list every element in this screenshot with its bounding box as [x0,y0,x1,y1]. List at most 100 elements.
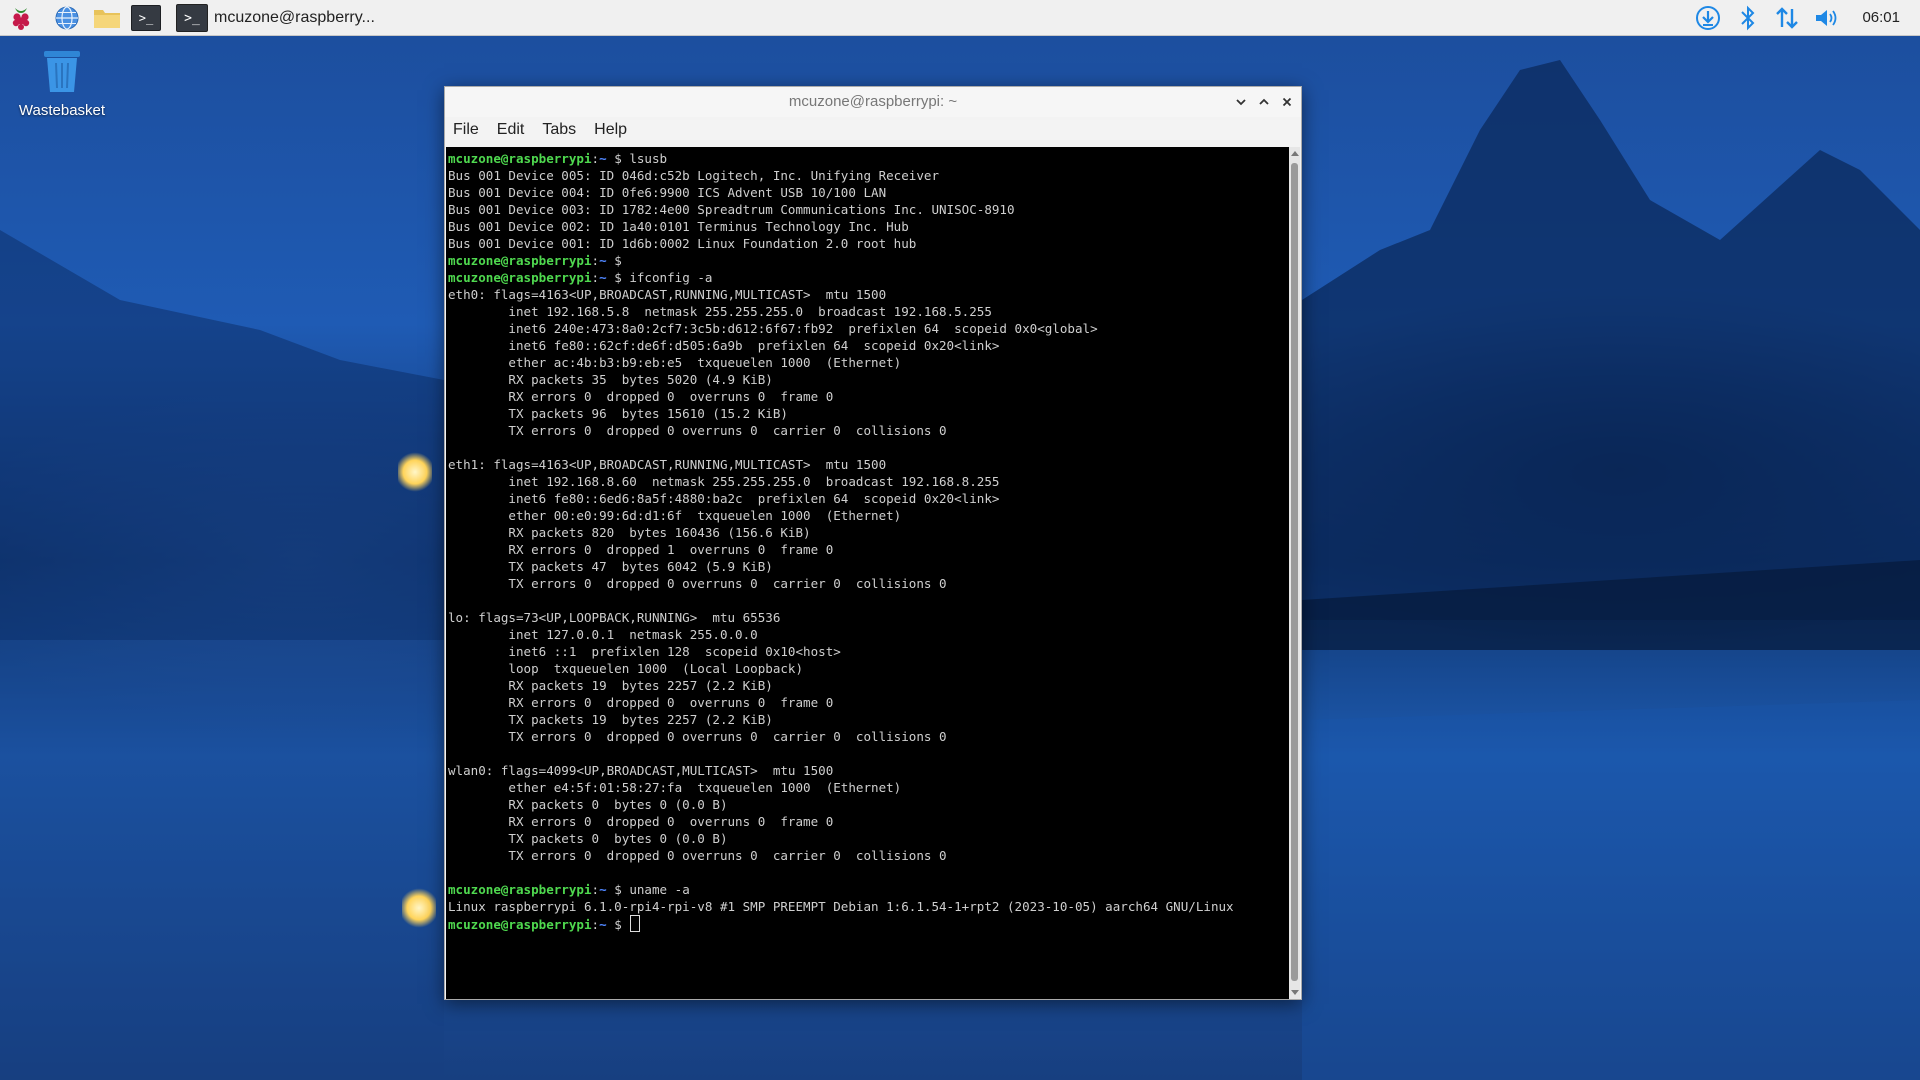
close-icon [1282,97,1292,107]
prompt-path: ~ [599,270,607,285]
terminal-prompt-line: mcuzone@raspberrypi:~ $ uname -a [448,881,1288,898]
file-manager-icon[interactable] [92,3,122,33]
terminal-output-line: RX errors 0 dropped 0 overruns 0 frame 0 [448,814,834,829]
raspberry-menu-icon[interactable] [6,3,36,33]
terminal-output-line: Bus 001 Device 005: ID 046d:c52b Logitec… [448,168,940,183]
web-browser-icon[interactable] [52,3,82,33]
terminal-output-line: inet 127.0.0.1 netmask 255.0.0.0 [448,627,758,642]
terminal-output-line: RX packets 820 bytes 160436 (156.6 KiB) [448,525,811,540]
menubar: File Edit Tabs Help [445,117,1301,143]
prompt-command: ifconfig -a [629,270,713,285]
terminal-output-line: ether e4:5f:01:58:27:fa txqueuelen 1000 … [448,780,902,795]
window-titlebar[interactable]: mcuzone@raspberrypi: ~ [445,87,1301,117]
terminal-output-line: Bus 001 Device 001: ID 1d6b:0002 Linux F… [448,236,917,251]
prompt-symbol: $ [606,270,630,285]
terminal-output-line: eth0: flags=4163<UP,BROADCAST,RUNNING,MU… [448,287,887,302]
taskbar-window-button[interactable]: >_ mcuzone@raspberry... [176,3,375,33]
prompt-user: mcuzone@raspberrypi [448,253,592,268]
prompt-command: lsusb [629,151,668,166]
taskbar-window-label: mcuzone@raspberry... [214,9,375,26]
menu-edit[interactable]: Edit [495,119,527,141]
terminal-output-line: RX errors 0 dropped 0 overruns 0 frame 0 [448,389,834,404]
terminal-output-line: TX packets 47 bytes 6042 (5.9 KiB) [448,559,773,574]
terminal-output-line: inet 192.168.8.60 netmask 255.255.255.0 … [448,474,1000,489]
terminal-output-line: Bus 001 Device 002: ID 1a40:0101 Terminu… [448,219,909,234]
chevron-up-icon [1259,98,1269,105]
desktop-icon-wastebasket[interactable]: Wastebasket [10,48,114,119]
terminal-prompt-line: mcuzone@raspberrypi:~ $ [448,252,1288,269]
wastebasket-icon [44,51,80,92]
network-icon[interactable] [1772,3,1802,33]
terminal-output-line: RX packets 35 bytes 5020 (4.9 KiB) [448,372,773,387]
terminal-output-line: TX errors 0 dropped 0 overruns 0 carrier… [448,423,947,438]
chevron-down-icon [1236,99,1246,106]
terminal-output-line: lo: flags=73<UP,LOOPBACK,RUNNING> mtu 65… [448,610,781,625]
terminal-output-line: inet6 fe80::62cf:de6f:d505:6a9b prefixle… [448,338,1000,353]
terminal-output-line: loop txqueuelen 1000 (Local Loopback) [448,661,804,676]
terminal-output-line: ether ac:4b:b3:b9:eb:e5 txqueuelen 1000 … [448,355,902,370]
prompt-symbol: $ [606,882,630,897]
terminal-icon[interactable]: >_ [131,3,161,33]
prompt-user: mcuzone@raspberrypi [448,270,592,285]
window-title: mcuzone@raspberrypi: ~ [788,93,958,110]
terminal-prompt-line: mcuzone@raspberrypi:~ $ [448,915,1288,932]
prompt-separator: : [591,270,600,285]
terminal-output-line: TX packets 96 bytes 15610 (15.2 KiB) [448,406,788,421]
terminal-output-line: inet 192.168.5.8 netmask 255.255.255.0 b… [448,304,992,319]
prompt-symbol: $ [606,253,630,268]
scroll-up-arrow-icon[interactable] [1289,147,1300,159]
prompt-path: ~ [599,253,607,268]
close-button[interactable] [1277,92,1297,112]
menu-help[interactable]: Help [592,119,629,141]
terminal-output-line: eth1: flags=4163<UP,BROADCAST,RUNNING,MU… [448,457,887,472]
terminal-output-line: TX packets 0 bytes 0 (0.0 B) [448,831,728,846]
terminal-icon: >_ [176,4,208,32]
terminal-scrollbar[interactable] [1289,147,1300,999]
updater-icon[interactable] [1693,3,1723,33]
prompt-user: mcuzone@raspberrypi [448,151,592,166]
terminal-output-line: TX errors 0 dropped 0 overruns 0 carrier… [448,729,947,744]
terminal-output-line: inet6 ::1 prefixlen 128 scopeid 0x10<hos… [448,644,841,659]
prompt-user: mcuzone@raspberrypi [448,917,592,932]
prompt-separator: : [591,917,600,932]
terminal-window: mcuzone@raspberrypi: ~ File Edit Tabs He… [444,86,1302,1000]
menu-tabs[interactable]: Tabs [540,119,578,141]
prompt-path: ~ [599,882,607,897]
bluetooth-icon[interactable] [1733,3,1763,33]
terminal-output-line: RX errors 0 dropped 1 overruns 0 frame 0 [448,542,834,557]
prompt-separator: : [591,151,600,166]
scroll-down-arrow-icon[interactable] [1289,987,1300,999]
scrollbar-thumb[interactable] [1291,163,1298,981]
terminal-output-line: inet6 240e:473:8a0:2cf7:3c5b:d612:6f67:f… [448,321,1098,336]
menu-file[interactable]: File [451,119,481,141]
terminal-prompt-line: mcuzone@raspberrypi:~ $ ifconfig -a [448,269,1288,286]
prompt-separator: : [591,253,600,268]
prompt-command: uname -a [629,882,690,897]
prompt-user: mcuzone@raspberrypi [448,882,592,897]
terminal-output-line: RX packets 0 bytes 0 (0.0 B) [448,797,728,812]
volume-icon[interactable] [1812,3,1842,33]
terminal-output-line: Bus 001 Device 003: ID 1782:4e00 Spreadt… [448,202,1015,217]
prompt-path: ~ [599,151,607,166]
terminal-output-line: RX errors 0 dropped 0 overruns 0 frame 0 [448,695,834,710]
terminal-output-line: Linux raspberrypi 6.1.0-rpi4-rpi-v8 #1 S… [448,899,1234,914]
text-cursor [630,915,641,932]
desktop-icon-label: Wastebasket [18,102,106,119]
terminal-prompt-line: mcuzone@raspberrypi:~ $ lsusb [448,150,1288,167]
lantern-decoration [398,452,432,492]
terminal-output[interactable]: mcuzone@raspberrypi:~ $ lsusb Bus 001 Dev… [446,147,1290,999]
clock[interactable]: 06:01 [1862,0,1900,36]
minimize-button[interactable] [1231,92,1251,112]
prompt-path: ~ [599,917,607,932]
prompt-separator: : [591,882,600,897]
terminal-output-line: TX errors 0 dropped 0 overruns 0 carrier… [448,576,947,591]
terminal-output-line: wlan0: flags=4099<UP,BROADCAST,MULTICAST… [448,763,834,778]
maximize-button[interactable] [1254,92,1274,112]
taskbar: >_ >_ mcuzone@raspberry... 06:01 [0,0,1920,36]
prompt-symbol: $ [606,917,630,932]
terminal-output-line: TX packets 19 bytes 2257 (2.2 KiB) [448,712,773,727]
